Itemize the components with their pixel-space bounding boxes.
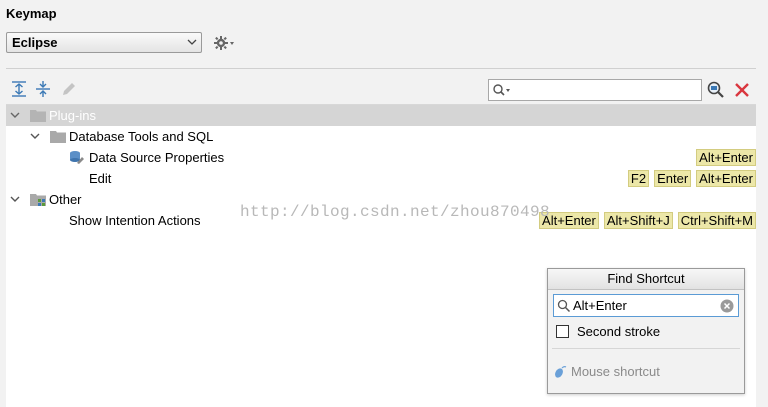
shortcut-badge: Alt+Shift+J [603, 212, 673, 229]
checkbox-box[interactable] [556, 325, 569, 338]
shortcut-input[interactable]: Alt+Enter [553, 294, 739, 317]
second-stroke-label: Second stroke [577, 324, 661, 339]
collapse-all-icon[interactable] [34, 80, 52, 98]
chevron-down-icon [187, 39, 197, 45]
tree-row-data-source-properties[interactable]: Data Source Properties Alt+Enter [6, 147, 756, 168]
chevron-down-icon[interactable] [30, 131, 40, 141]
shortcut-badge: Alt+Enter [696, 170, 756, 187]
close-icon[interactable] [732, 80, 752, 100]
search-icon [493, 84, 510, 96]
shortcut-list: Alt+Enter [696, 149, 756, 166]
shortcut-list: F2 Enter Alt+Enter [627, 170, 756, 187]
search-input[interactable] [488, 79, 702, 101]
folder-icon [50, 131, 66, 143]
page-title: Keymap [6, 6, 57, 21]
divider [6, 68, 756, 69]
tree-row-label: Plug-ins [49, 108, 96, 123]
chevron-down-icon[interactable] [10, 194, 20, 204]
popup-title: Find Shortcut [548, 269, 744, 290]
shortcut-badge: Alt+Enter [696, 149, 756, 166]
shortcut-badge: F2 [627, 170, 650, 187]
pencil-icon[interactable] [60, 80, 78, 98]
mouse-icon [555, 365, 567, 378]
clear-icon[interactable] [720, 299, 734, 313]
tree-row-database-tools[interactable]: Database Tools and SQL [6, 126, 756, 147]
tree-row-edit[interactable]: Edit F2 Enter Alt+Enter [6, 168, 756, 189]
folder-icon [30, 110, 46, 122]
gear-icon[interactable] [213, 34, 235, 52]
chevron-down-icon[interactable] [10, 110, 20, 120]
tree-row-plugins[interactable]: Plug-ins [6, 105, 756, 126]
second-stroke-checkbox[interactable]: Second stroke [556, 324, 660, 339]
folder-icon [30, 194, 46, 206]
scheme-value: Eclipse [12, 35, 58, 50]
tree-row-label: Other [49, 192, 82, 207]
mouse-shortcut-label: Mouse shortcut [571, 364, 660, 379]
search-icon [557, 299, 571, 313]
shortcut-list: Alt+Enter Alt+Shift+J Ctrl+Shift+M [539, 212, 756, 229]
mouse-shortcut-button[interactable]: Mouse shortcut [553, 364, 660, 379]
find-by-shortcut-icon[interactable] [706, 80, 726, 100]
keymap-scheme-select[interactable]: Eclipse [6, 32, 202, 53]
tree-row-label: Edit [89, 171, 112, 186]
shortcut-input-value: Alt+Enter [573, 298, 627, 313]
shortcut-badge: Enter [654, 170, 692, 187]
database-properties-icon [70, 151, 84, 164]
expand-all-icon[interactable] [10, 80, 28, 98]
shortcut-badge: Ctrl+Shift+M [677, 212, 756, 229]
watermark: http://blog.csdn.net/zhou870498 [240, 203, 551, 221]
tree-row-label: Data Source Properties [89, 150, 225, 165]
find-shortcut-popup: Find Shortcut Alt+Enter Second stroke Mo… [547, 268, 745, 394]
tree-row-label: Show Intention Actions [69, 213, 201, 228]
divider [552, 348, 740, 349]
tree-row-label: Database Tools and SQL [69, 129, 214, 144]
